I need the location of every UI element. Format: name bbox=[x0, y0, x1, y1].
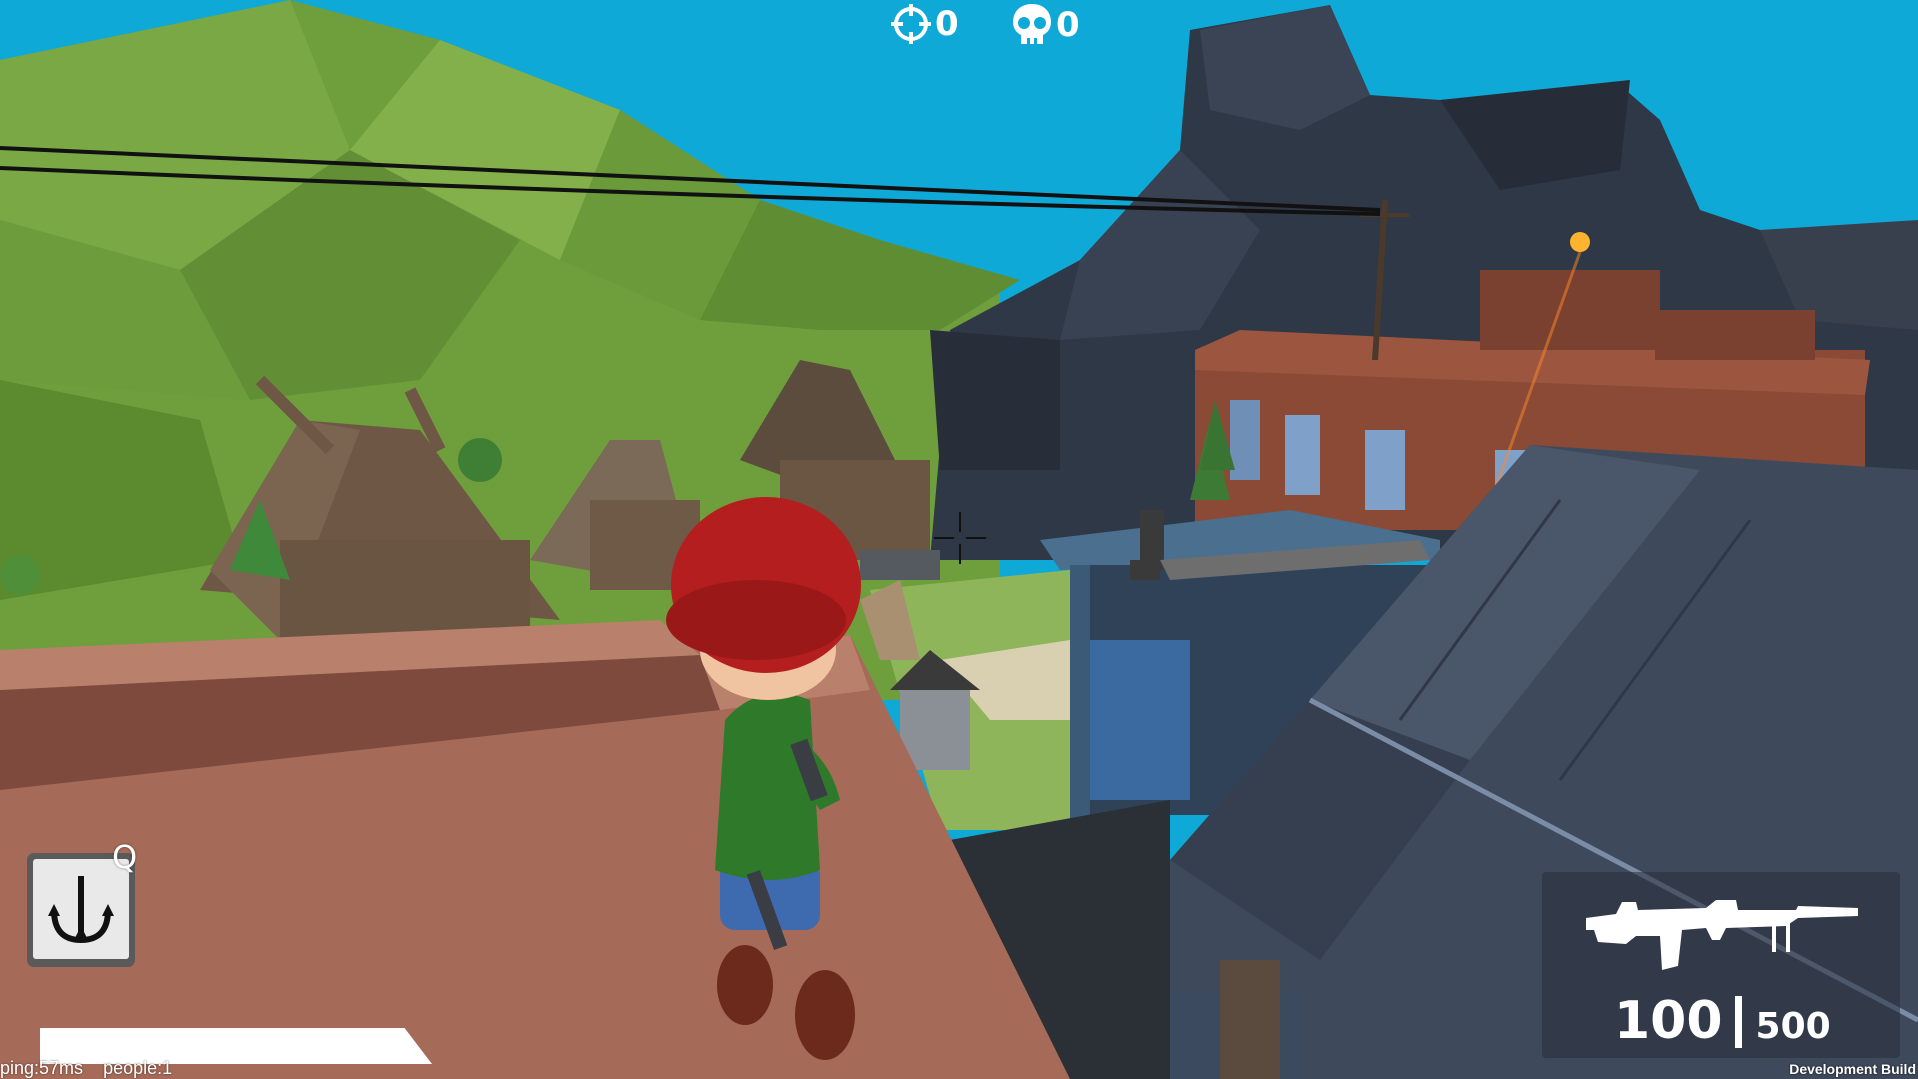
ping-label: ping:57ms bbox=[0, 1058, 84, 1078]
game-viewport[interactable]: 0 0 Q ping:57ms people:1 100 500 Develop… bbox=[0, 0, 1918, 1079]
deaths-count: 0 bbox=[1056, 5, 1080, 45]
ability-hotkey-label: Q bbox=[112, 838, 138, 876]
kills-counter: 0 bbox=[889, 2, 959, 46]
people-label: people:1 bbox=[103, 1058, 173, 1078]
network-info: ping:57ms people:1 bbox=[0, 1058, 172, 1079]
ammo-reserve: 500 bbox=[1755, 1006, 1831, 1047]
score-bar: 0 0 bbox=[880, 0, 1100, 50]
ammo-counter: 100 500 bbox=[1614, 994, 1831, 1048]
crosshair-icon bbox=[934, 512, 986, 564]
weapon-panel: 100 500 bbox=[1542, 872, 1900, 1058]
deaths-counter: 0 bbox=[1010, 2, 1080, 48]
grappling-hook-icon bbox=[48, 876, 114, 944]
ammo-magazine: 100 bbox=[1614, 991, 1723, 1051]
machine-gun-icon bbox=[1586, 900, 1858, 970]
crosshair-target-icon bbox=[891, 4, 931, 44]
kills-count: 0 bbox=[935, 4, 959, 44]
skull-icon bbox=[1013, 4, 1051, 44]
development-build-label: Development Build bbox=[1789, 1061, 1916, 1077]
ammo-separator bbox=[1734, 996, 1742, 1048]
